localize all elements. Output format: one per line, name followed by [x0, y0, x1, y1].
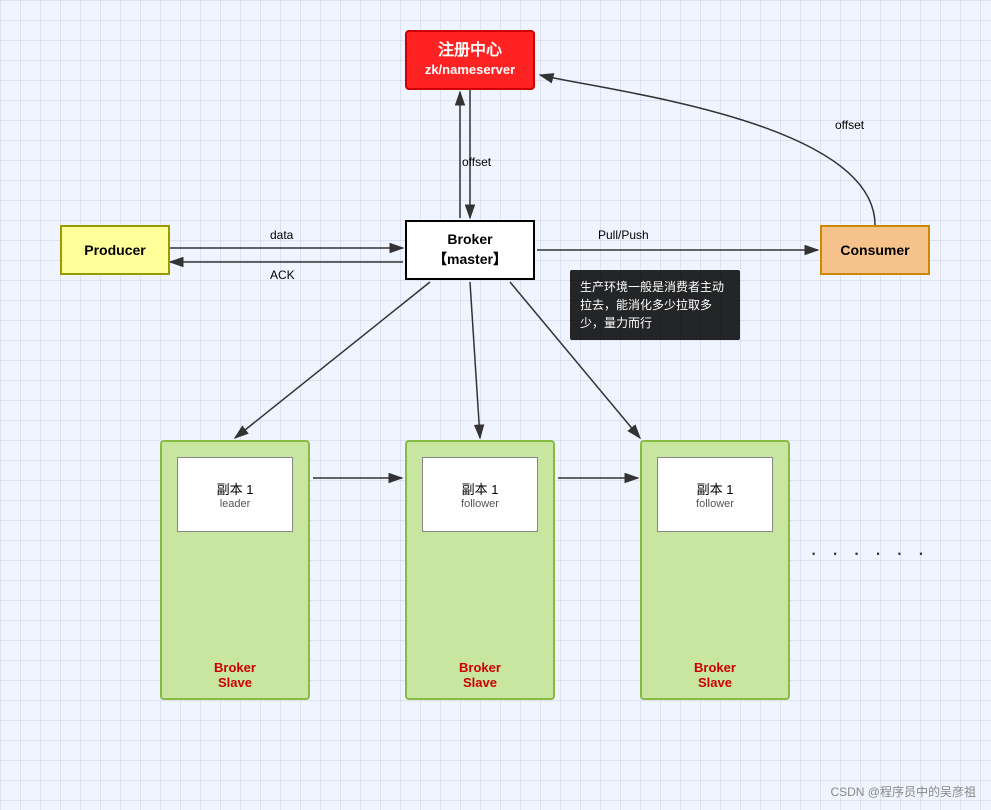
annotation-box: 生产环境一般是消费者主动拉去，能消化多少拉取多少，量力而行 [570, 270, 740, 340]
broker-slave-label-2: Broker Slave [407, 660, 553, 690]
node-consumer: Consumer [820, 225, 930, 275]
replica-role-1: leader [220, 498, 251, 510]
consumer-label: Consumer [840, 242, 909, 258]
replica-box-1: 副本 1 leader [177, 457, 293, 532]
node-producer: Producer [60, 225, 170, 275]
producer-label: Producer [84, 242, 145, 258]
label-data: data [270, 228, 293, 242]
replica-role-2: follower [461, 498, 499, 510]
diagram-container: 注册中心 zk/nameserver Broker 【master】 Produ… [0, 0, 991, 810]
label-offset-top: offset [462, 155, 491, 169]
node-registry: 注册中心 zk/nameserver [405, 30, 535, 90]
broker-slave-label-1: Broker Slave [162, 660, 308, 690]
broker-line1: Broker [433, 230, 507, 250]
annotation-text: 生产环境一般是消费者主动拉去，能消化多少拉取多少，量力而行 [580, 280, 724, 330]
replica-role-3: follower [696, 498, 734, 510]
node-broker: Broker 【master】 [405, 220, 535, 280]
replica-title-3: 副本 1 [697, 479, 734, 498]
broker-slave-label-3: Broker Slave [642, 660, 788, 690]
broker-slave-1: 副本 1 leader Broker Slave [160, 440, 310, 700]
replica-box-3: 副本 1 follower [657, 457, 773, 532]
label-offset-right: offset [835, 118, 864, 132]
replica-title-1: 副本 1 [217, 479, 254, 498]
label-pull-push: Pull/Push [598, 228, 649, 242]
broker-slave-2: 副本 1 follower Broker Slave [405, 440, 555, 700]
broker-slave-3: 副本 1 follower Broker Slave [640, 440, 790, 700]
watermark: CSDN @程序员中的吴彦祖 [830, 783, 976, 800]
replica-title-2: 副本 1 [462, 479, 499, 498]
label-ack: ACK [270, 268, 295, 282]
broker-line2: 【master】 [433, 250, 507, 270]
ellipsis: · · · · · · [810, 540, 929, 566]
registry-line2: zk/nameserver [425, 62, 515, 79]
registry-line1: 注册中心 [425, 41, 515, 62]
replica-box-2: 副本 1 follower [422, 457, 538, 532]
